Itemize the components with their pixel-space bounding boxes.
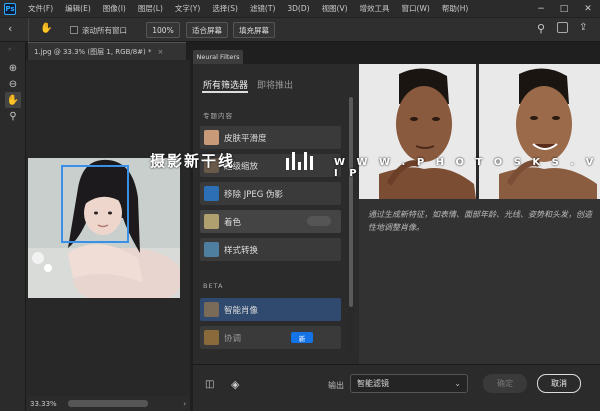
menu-type[interactable]: 文字(Y) xyxy=(169,0,206,17)
back-arrow-icon[interactable]: ‹ xyxy=(8,22,12,35)
harmonization-icon xyxy=(204,330,219,345)
minimize-button[interactable]: − xyxy=(530,0,552,17)
filter-description: 通过生成新特征，如表情、面部年龄、光线、姿势和头发，创造性地调整肖像。 xyxy=(368,210,592,232)
filter-smart-portrait[interactable]: 智能肖像 xyxy=(200,298,341,321)
layers-icon[interactable]: ◈ xyxy=(231,378,239,391)
menu-image[interactable]: 图像(I) xyxy=(97,0,132,17)
fill-screen-button[interactable]: 填充屏幕 xyxy=(233,22,275,38)
menu-filter[interactable]: 滤镜(T) xyxy=(244,0,281,17)
filter-label: 协调 xyxy=(224,333,242,344)
zoom-in-icon[interactable]: ⊕ xyxy=(5,60,21,76)
neural-filters-footer: ◫ ◈ 输出 智能滤镜 ⌄ 确定 取消 xyxy=(193,364,600,411)
output-select-value: 智能滤镜 xyxy=(357,379,389,388)
section-featured: 专题内容 xyxy=(203,112,233,120)
filter-colorize[interactable]: 着色 xyxy=(200,210,341,233)
zoom-100-button[interactable]: 100% xyxy=(146,22,180,38)
close-tab-icon[interactable]: × xyxy=(158,48,164,56)
tab-coming-soon[interactable]: 即将推出 xyxy=(257,78,293,91)
photoshop-logo: Ps xyxy=(4,2,16,15)
filter-label: 智能肖像 xyxy=(224,305,259,316)
menu-view[interactable]: 视图(V) xyxy=(316,0,354,17)
zoom-out-icon[interactable]: ⊖ xyxy=(5,76,21,92)
zoom-level[interactable]: 33.33% xyxy=(30,400,57,408)
menu-3d[interactable]: 3D(D) xyxy=(281,0,315,17)
menu-plugins[interactable]: 增效工具 xyxy=(354,0,396,17)
tools-panel: » ⊕ ⊖ ✋ ⚲ xyxy=(0,42,26,411)
tab-all-filters[interactable]: 所有筛选器 xyxy=(203,78,248,91)
colorize-icon xyxy=(204,214,219,229)
output-label: 输出 xyxy=(328,381,344,390)
filter-jpeg-artifacts[interactable]: 移除 JPEG 伪影 xyxy=(200,182,341,205)
scrollbar-thumb[interactable] xyxy=(349,97,353,307)
scroll-all-checkbox[interactable] xyxy=(70,26,78,34)
hand-tool-icon[interactable]: ✋ xyxy=(5,92,21,108)
maximize-button[interactable]: □ xyxy=(553,0,575,17)
chevron-down-icon: ⌄ xyxy=(454,379,461,388)
watermark-logo xyxy=(286,152,316,170)
chevron-right-icon[interactable]: › xyxy=(183,400,186,408)
menu-layer[interactable]: 图层(L) xyxy=(132,0,169,17)
menu-help[interactable]: 帮助(H) xyxy=(436,0,475,17)
watermark-text: 摄影新干线 xyxy=(150,152,236,170)
filter-label: 皮肤平滑度 xyxy=(224,133,267,144)
search-icon[interactable]: ⚲ xyxy=(537,22,545,35)
document-tab[interactable]: 1.jpg @ 33.3% (图层 1, RGB/8#) * × xyxy=(28,42,186,60)
magnifier-icon[interactable]: ⚲ xyxy=(5,108,21,124)
compare-icon[interactable]: ◫ xyxy=(205,379,214,390)
ok-button[interactable]: 确定 xyxy=(483,374,527,393)
filter-label: 着色 xyxy=(224,217,242,228)
close-button[interactable]: ✕ xyxy=(577,0,599,17)
output-select[interactable]: 智能滤镜 ⌄ xyxy=(350,374,468,393)
document-tab-title: 1.jpg @ 33.3% (图层 1, RGB/8#) * xyxy=(34,47,152,56)
options-bar: ‹ ✋ 滚动所有窗口 100% 适合屏幕 填充屏幕 ⚲ ⇪ xyxy=(0,17,600,42)
filter-style-transfer[interactable]: 样式转换 xyxy=(200,238,341,261)
tab-neural-filters[interactable]: Neural Filters xyxy=(193,50,243,64)
menu-bar: Ps 文件(F) 编辑(E) 图像(I) 图层(L) 文字(Y) 选择(S) 滤… xyxy=(0,0,600,17)
menu-edit[interactable]: 编辑(E) xyxy=(59,0,97,17)
new-badge: 新 xyxy=(291,332,313,343)
skin-smoothing-icon xyxy=(204,130,219,145)
filter-harmonization[interactable]: 协调 新 xyxy=(200,326,341,349)
active-tab-underline xyxy=(202,91,248,93)
smart-portrait-icon xyxy=(204,302,219,317)
hand-tool-icon[interactable]: ✋ xyxy=(40,23,52,34)
menu-window[interactable]: 窗口(W) xyxy=(396,0,436,17)
section-beta: BETA xyxy=(203,282,224,290)
menu-file[interactable]: 文件(F) xyxy=(22,0,59,17)
scroll-all-label: 滚动所有窗口 xyxy=(82,26,127,35)
style-transfer-icon xyxy=(204,242,219,257)
filter-toggle[interactable] xyxy=(307,216,331,226)
fit-screen-button[interactable]: 适合屏幕 xyxy=(186,22,228,38)
jpeg-artifacts-icon xyxy=(204,186,219,201)
filter-label: 样式转换 xyxy=(224,245,259,256)
filter-label: 移除 JPEG 伪影 xyxy=(224,189,283,200)
watermark-url: W W W . P H O T O S K S . V I P xyxy=(334,157,598,179)
menu-select[interactable]: 选择(S) xyxy=(206,0,244,17)
collapse-icon[interactable]: » xyxy=(8,46,12,53)
filter-skin-smoothing[interactable]: 皮肤平滑度 xyxy=(200,126,341,149)
horizontal-scrollbar[interactable] xyxy=(68,400,148,407)
cancel-button[interactable]: 取消 xyxy=(537,374,581,393)
workspace-icon[interactable] xyxy=(557,22,568,33)
document-image xyxy=(28,158,180,298)
divider xyxy=(28,18,29,42)
share-icon[interactable]: ⇪ xyxy=(579,22,587,33)
